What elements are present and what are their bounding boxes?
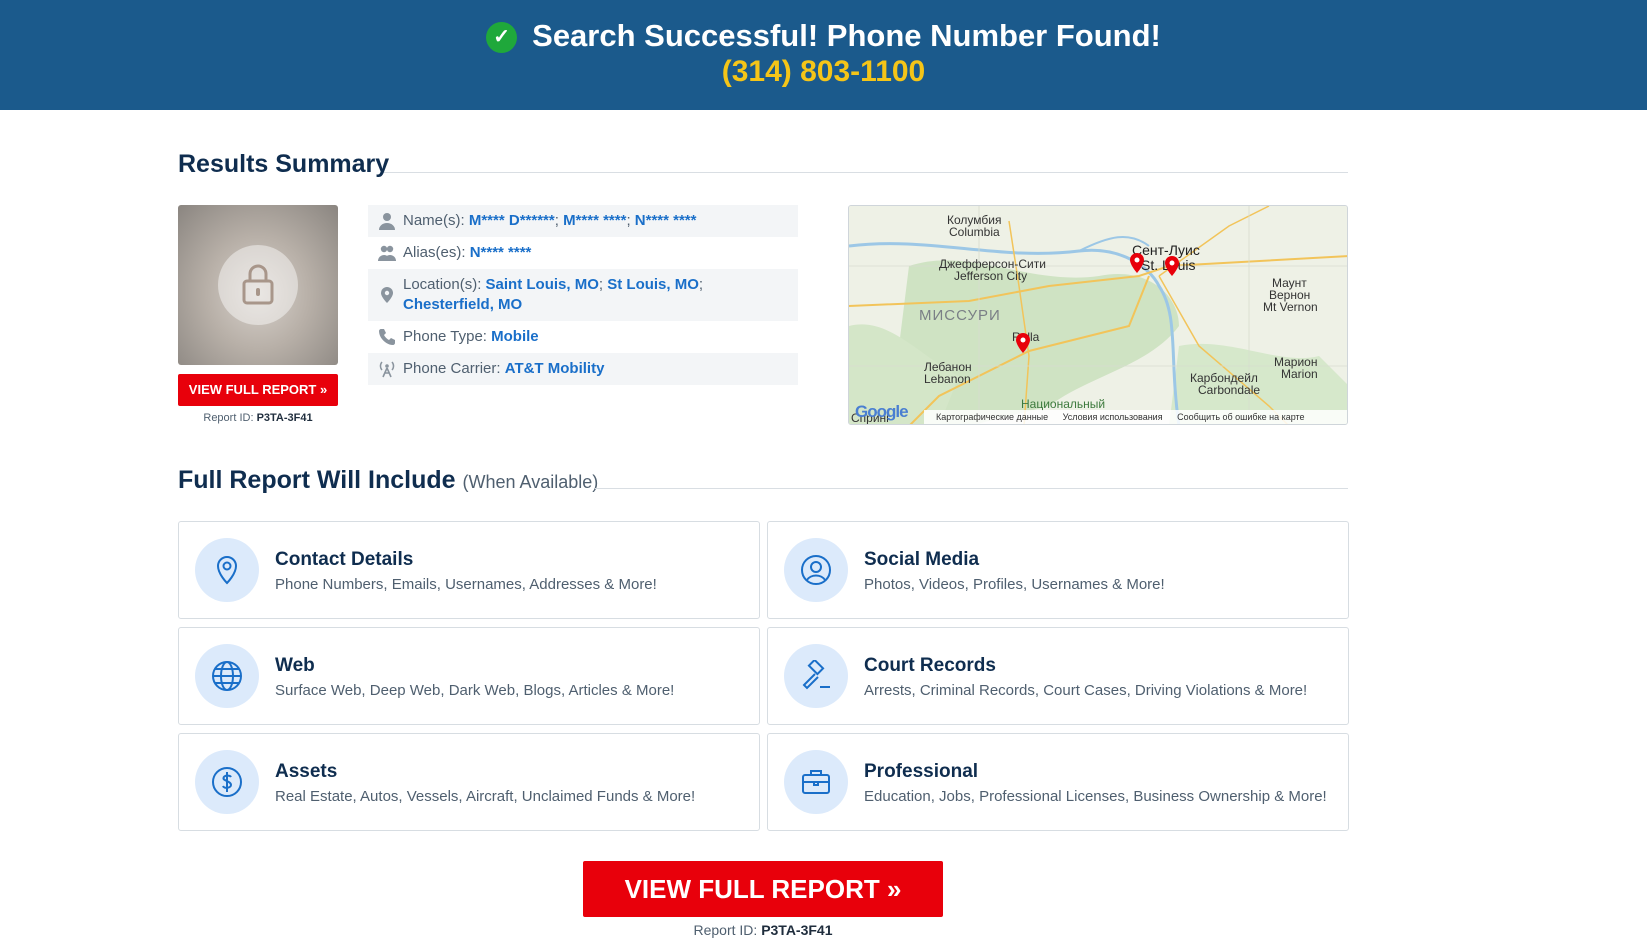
info-row-phone-type: Phone Type: Mobile [368, 321, 798, 353]
report-id-value: P3TA-3F41 [761, 922, 833, 938]
map-label-lebanon: Lebanon [924, 372, 971, 386]
locations-label: Location(s): [403, 276, 482, 293]
card-desc: Education, Jobs, Professional Licenses, … [864, 788, 1327, 805]
locked-photo [178, 205, 338, 365]
map-pin-icon-3[interactable] [1015, 333, 1031, 353]
card-contact-details: Contact Details Phone Numbers, Emails, U… [178, 521, 760, 619]
map-label-state: МИССУРИ [919, 307, 1001, 324]
map-label-jefferson: Jefferson City [954, 269, 1028, 283]
map-pin-icon-1[interactable] [1129, 253, 1145, 273]
report-id-label: Report ID: [203, 412, 254, 424]
map-report-link[interactable]: Сообщить об ошибке на карте [1177, 412, 1304, 422]
card-desc: Photos, Videos, Profiles, Usernames & Mo… [864, 576, 1165, 593]
card-icon-wrap [195, 538, 259, 602]
card-icon-wrap [784, 750, 848, 814]
banner-title: ✓ Search Successful! Phone Number Found! [0, 18, 1647, 54]
phone-carrier-value[interactable]: AT&T Mobility [505, 360, 605, 377]
group-icon [378, 245, 396, 261]
aliases-label: Alias(es): [403, 244, 466, 261]
lock-icon [218, 245, 298, 325]
banner-title-text: Search Successful! Phone Number Found! [532, 18, 1161, 53]
results-summary-heading: Results Summary [178, 150, 390, 178]
card-icon-wrap [195, 750, 259, 814]
antenna-icon [379, 361, 395, 378]
phone-carrier-label: Phone Carrier: [403, 360, 501, 377]
card-desc: Surface Web, Deep Web, Dark Web, Blogs, … [275, 682, 675, 699]
name-value-1[interactable]: M**** D****** [469, 212, 555, 229]
phone-number: (314) 803-1100 [721, 55, 926, 88]
view-full-report-button-small[interactable]: VIEW FULL REPORT » [178, 374, 338, 406]
map-pin-icon [216, 555, 238, 585]
map-label-mtvernon: Mt Vernon [1263, 300, 1318, 314]
info-row-names: Name(s): M**** D******; M**** ****; N***… [368, 205, 798, 237]
map-pin-icon-2[interactable] [1164, 256, 1180, 276]
user-circle-icon [801, 555, 831, 585]
card-title: Contact Details [275, 549, 414, 570]
gavel-icon [802, 660, 830, 690]
card-title: Web [275, 655, 315, 676]
map-data-link[interactable]: Картографические данные [936, 412, 1048, 422]
map-label-columbia: Columbia [949, 225, 1000, 239]
report-id-small: Report ID: P3TA-3F41 [178, 412, 338, 424]
card-title: Assets [275, 761, 338, 782]
report-id-label: Report ID: [693, 922, 758, 938]
names-label: Name(s): [403, 212, 465, 229]
full-report-subheading: (When Available) [462, 472, 599, 492]
location-map[interactable]: Колумбия Columbia Джефферсон-Сити Jeffer… [848, 205, 1348, 425]
card-assets: Assets Real Estate, Autos, Vessels, Airc… [178, 733, 760, 831]
card-professional: Professional Education, Jobs, Profession… [767, 733, 1349, 831]
location-value-1[interactable]: Saint Louis, MO [486, 276, 599, 293]
view-full-report-button[interactable]: VIEW FULL REPORT » [583, 861, 943, 917]
heading-divider-2 [595, 488, 1348, 489]
card-title: Professional [864, 761, 979, 782]
report-id-value: P3TA-3F41 [256, 412, 313, 424]
map-terms-link[interactable]: Условия использования [1063, 412, 1163, 422]
person-icon [379, 213, 395, 230]
phone-icon [379, 329, 395, 345]
info-row-aliases: Alias(es): N**** **** [368, 237, 798, 269]
info-row-locations: Location(s): Saint Louis, MO; St Louis, … [368, 269, 798, 321]
report-id-big: Report ID: P3TA-3F41 [583, 922, 943, 938]
card-web: Web Surface Web, Deep Web, Dark Web, Blo… [178, 627, 760, 725]
card-desc: Arrests, Criminal Records, Court Cases, … [864, 682, 1308, 699]
location-pin-icon [381, 287, 393, 303]
info-row-phone-carrier: Phone Carrier: AT&T Mobility [368, 353, 798, 385]
name-value-3[interactable]: N**** **** [635, 212, 697, 229]
full-report-heading: Full Report Will Include (When Available… [178, 466, 598, 495]
card-social-media: Social Media Photos, Videos, Profiles, U… [767, 521, 1349, 619]
map-label-carbondale: Carbondale [1198, 383, 1261, 397]
name-value-2[interactable]: M**** **** [563, 212, 626, 229]
alias-value-1[interactable]: N**** **** [470, 244, 532, 261]
phone-type-label: Phone Type: [403, 328, 487, 345]
map-label-marion: Marion [1281, 367, 1318, 381]
card-desc: Phone Numbers, Emails, Usernames, Addres… [275, 576, 657, 593]
card-title: Social Media [864, 549, 980, 570]
card-court-records: Court Records Arrests, Criminal Records,… [767, 627, 1349, 725]
map-footer: Картографические данные Условия использо… [924, 410, 1347, 424]
card-icon-wrap [784, 538, 848, 602]
google-logo[interactable]: Google [855, 402, 909, 422]
card-title: Court Records [864, 655, 996, 676]
check-icon: ✓ [486, 22, 518, 53]
full-report-heading-text: Full Report Will Include [178, 466, 456, 494]
card-icon-wrap [784, 644, 848, 708]
heading-divider [384, 172, 1348, 173]
phone-type-value[interactable]: Mobile [491, 328, 539, 345]
location-value-2[interactable]: St Louis, MO [607, 276, 699, 293]
card-desc: Real Estate, Autos, Vessels, Aircraft, U… [275, 788, 696, 805]
card-icon-wrap [195, 644, 259, 708]
location-value-3[interactable]: Chesterfield, MO [403, 296, 522, 313]
dollar-icon [212, 767, 242, 797]
briefcase-icon [802, 770, 830, 794]
globe-icon [212, 661, 242, 691]
success-banner: ✓ Search Successful! Phone Number Found! … [0, 0, 1647, 110]
